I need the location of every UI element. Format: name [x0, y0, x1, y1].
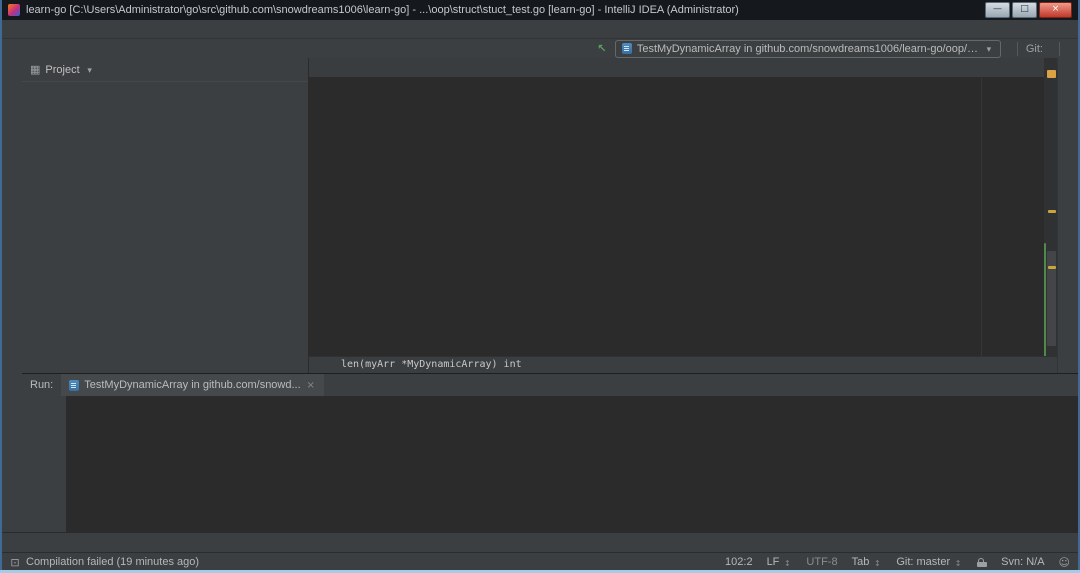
- run-tool-window: Run: TestMyDynamicArray in github.com/sn…: [22, 373, 1078, 533]
- run-tab[interactable]: TestMyDynamicArray in github.com/snowd..…: [61, 374, 323, 396]
- code-area[interactable]: [309, 78, 1058, 358]
- project-icon: [30, 64, 40, 75]
- right-margin-guide: [981, 78, 982, 358]
- error-stripe: [1044, 58, 1058, 357]
- right-tool-stripe: [1057, 58, 1078, 373]
- tool-window-bar: [2, 532, 1078, 553]
- encoding[interactable]: UTF-8: [806, 556, 837, 568]
- editor: len(myArr *MyDynamicArray) int: [309, 58, 1058, 373]
- app-icon: [8, 4, 20, 16]
- inspections-indicator[interactable]: [1047, 70, 1056, 78]
- run-config-label: TestMyDynamicArray in github.com/snowdre…: [637, 43, 979, 55]
- status-bar: Compilation failed (19 minutes ago) 102:…: [2, 552, 1078, 571]
- project-tool-window: Project: [22, 58, 309, 373]
- go-test-file-icon: [69, 380, 79, 391]
- project-panel-header: Project: [22, 58, 308, 82]
- console-toolbar: [44, 396, 66, 533]
- project-panel-title[interactable]: Project: [45, 64, 79, 76]
- title-bar[interactable]: learn-go [C:\Users\Administrator\go\src\…: [2, 0, 1078, 20]
- editor-tab-bar: [309, 58, 1058, 78]
- minimize-button[interactable]: —: [985, 2, 1010, 18]
- run-panel-label: Run:: [30, 379, 53, 391]
- updown-icon: [953, 557, 963, 568]
- highlight-stripe-mark[interactable]: [1048, 210, 1056, 213]
- window-title: learn-go [C:\Users\Administrator\go\src\…: [26, 4, 739, 16]
- window-border-left: [0, 0, 2, 570]
- run-panel-body: [22, 396, 1078, 533]
- chevron-down-icon[interactable]: [85, 64, 95, 76]
- hector-inspector-icon[interactable]: [1059, 557, 1070, 568]
- run-tab-label: TestMyDynamicArray in github.com/snowd..…: [84, 379, 300, 391]
- tool-window-switcher-icon[interactable]: [10, 557, 20, 568]
- lock-icon[interactable]: [977, 562, 987, 567]
- ide-window: learn-go [C:\Users\Administrator\go\src\…: [0, 0, 1080, 573]
- go-test-file-icon: [622, 43, 632, 54]
- back-arrow-icon[interactable]: [597, 43, 607, 54]
- run-toolbar: [22, 396, 44, 533]
- status-message[interactable]: Compilation failed (19 minutes ago): [26, 556, 199, 568]
- git-label: Git:: [1026, 43, 1043, 55]
- line-separator[interactable]: LF: [767, 556, 793, 568]
- toolbar-separator: [1017, 42, 1018, 56]
- run-console[interactable]: [66, 396, 1078, 533]
- parameter-hint-bar: len(myArr *MyDynamicArray) int: [309, 356, 1058, 373]
- menu-bar: [2, 20, 1078, 39]
- updown-icon: [872, 557, 882, 568]
- git-branch[interactable]: Git: master: [896, 556, 963, 568]
- indent-style[interactable]: Tab: [852, 556, 883, 568]
- highlight-stripe-mark[interactable]: [1048, 266, 1056, 269]
- run-panel-header: Run: TestMyDynamicArray in github.com/sn…: [22, 374, 1078, 397]
- chevron-down-icon: [984, 43, 994, 55]
- svn-status[interactable]: Svn: N/A: [1001, 556, 1044, 568]
- navigation-toolbar: TestMyDynamicArray in github.com/snowdre…: [2, 39, 1078, 59]
- hint-text: len(myArr *MyDynamicArray) int: [341, 359, 522, 370]
- vcs-added-stripe-mark: [1044, 243, 1046, 357]
- project-tree: [22, 82, 308, 84]
- maximize-button[interactable]: □: [1012, 2, 1037, 18]
- run-config-select[interactable]: TestMyDynamicArray in github.com/snowdre…: [615, 40, 1001, 58]
- close-button[interactable]: ×: [1039, 2, 1072, 18]
- close-icon[interactable]: [306, 379, 316, 391]
- toolbar-separator: [1059, 42, 1060, 56]
- caret-position[interactable]: 102:2: [725, 556, 753, 568]
- left-tool-stripe: [2, 58, 23, 532]
- updown-icon: [782, 557, 792, 568]
